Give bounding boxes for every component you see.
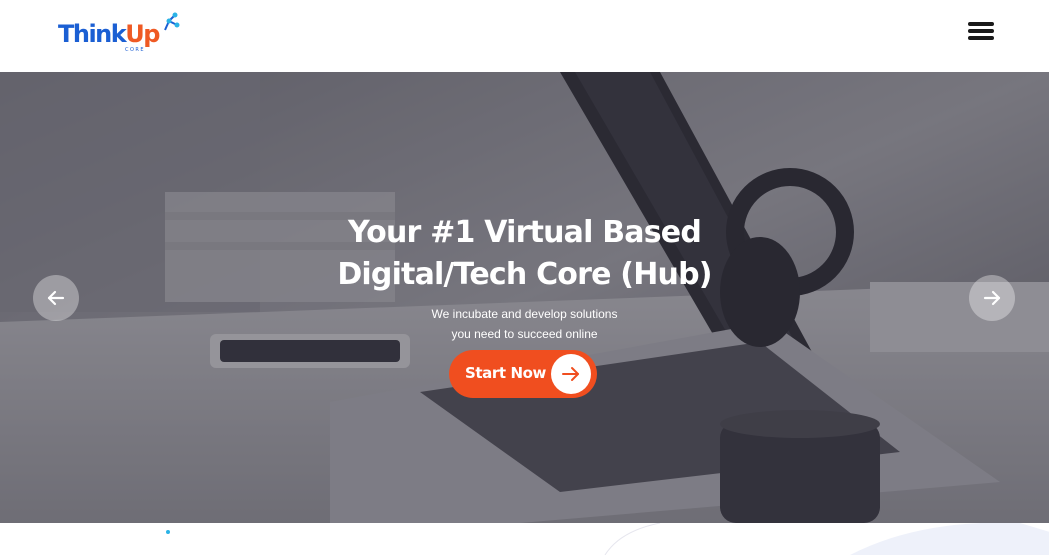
logo[interactable]: ThinkUp CORE (58, 12, 182, 54)
arrow-left-icon (47, 290, 65, 306)
decorative-shape (604, 523, 1049, 555)
logo-sub: CORE (125, 47, 146, 53)
hamburger-menu-icon[interactable] (966, 20, 996, 42)
hero-subtitle-line: you need to succeed online (451, 327, 598, 341)
arrow-right-icon (551, 354, 591, 394)
hero-subtitle: We incubate and develop solutions you ne… (0, 304, 1049, 344)
hero-overlay (0, 72, 1049, 523)
hero-title-line: Digital/Tech Core (Hub) (337, 257, 712, 292)
site-header: ThinkUp CORE (0, 0, 1049, 72)
logo-antenna-icon (164, 12, 180, 31)
menu-line (968, 29, 994, 33)
menu-line (968, 22, 994, 26)
logo-think: Think (58, 20, 127, 48)
hero-title: Your #1 Virtual Based Digital/Tech Core … (0, 212, 1049, 296)
hero-subtitle-line: We incubate and develop solutions (431, 307, 618, 321)
slider-next-button[interactable] (969, 275, 1015, 321)
slider-prev-button[interactable] (33, 275, 79, 321)
logo-wordmark: ThinkUp (58, 20, 160, 48)
menu-line (968, 36, 994, 40)
start-now-label: Start Now (465, 364, 547, 382)
start-now-button[interactable]: Start Now (449, 350, 597, 398)
arrow-right-icon (983, 290, 1001, 306)
decorative-dot (166, 530, 170, 534)
next-section-top (0, 523, 1049, 555)
hero-title-line: Your #1 Virtual Based (347, 215, 702, 250)
hero-slider: Your #1 Virtual Based Digital/Tech Core … (0, 72, 1049, 523)
